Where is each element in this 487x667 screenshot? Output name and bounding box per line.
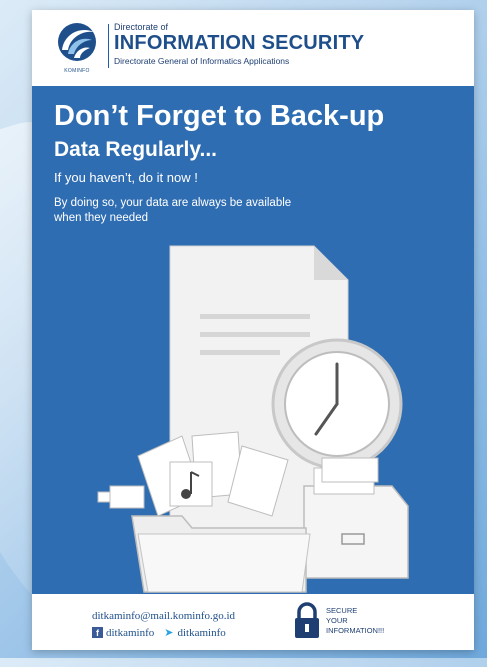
secure-slogan: SECURE YOUR INFORMATION!!!	[326, 606, 384, 636]
body-text: By doing so, your data are always be ava…	[54, 197, 292, 224]
backup-illustration	[97, 245, 409, 593]
main-panel: Don’t Forget to Back-up Data Regularly..…	[32, 86, 474, 594]
secure-line-3: INFORMATION!!!	[326, 626, 385, 635]
facebook-handle[interactable]: ditkaminfo	[106, 627, 154, 639]
poster-header: KOMINFO Directorate of INFORMATION SECUR…	[32, 10, 474, 86]
secure-line-2: YOUR	[326, 616, 348, 625]
folder-icon	[131, 515, 311, 593]
twitter-handle[interactable]: ditkaminfo	[178, 627, 226, 639]
logo-text: KOMINFO	[64, 68, 90, 74]
directorate-subtitle: Directorate General of Informatics Appli…	[114, 56, 290, 66]
contact-email[interactable]: ditkaminfo@mail.kominfo.go.id	[92, 610, 235, 622]
twitter-icon: ➤	[164, 627, 174, 639]
music-note-icon	[169, 461, 213, 507]
headline-secondary: Data Regularly...	[54, 138, 217, 161]
call-to-action: If you haven’t, do it now !	[54, 170, 198, 185]
directorate-of-label: Directorate of	[114, 22, 169, 32]
poster-footer: ditkaminfo@mail.kominfo.go.id f ditkamin…	[32, 594, 474, 650]
clock-icon	[271, 338, 403, 470]
directorate-title: INFORMATION SECURITY	[114, 32, 365, 54]
secure-line-1: SECURE	[326, 606, 358, 615]
padlock-icon	[295, 602, 319, 638]
kominfo-logo: KOMINFO	[50, 20, 104, 78]
social-links: f ditkaminfo ➤ ditkaminfo	[92, 626, 226, 639]
header-divider	[108, 24, 109, 68]
camera-icon	[97, 485, 145, 509]
filing-cabinet-icon	[303, 457, 409, 579]
facebook-icon: f	[92, 627, 103, 638]
headline: Don’t Forget to Back-up	[54, 100, 385, 132]
poster: KOMINFO Directorate of INFORMATION SECUR…	[32, 10, 474, 650]
